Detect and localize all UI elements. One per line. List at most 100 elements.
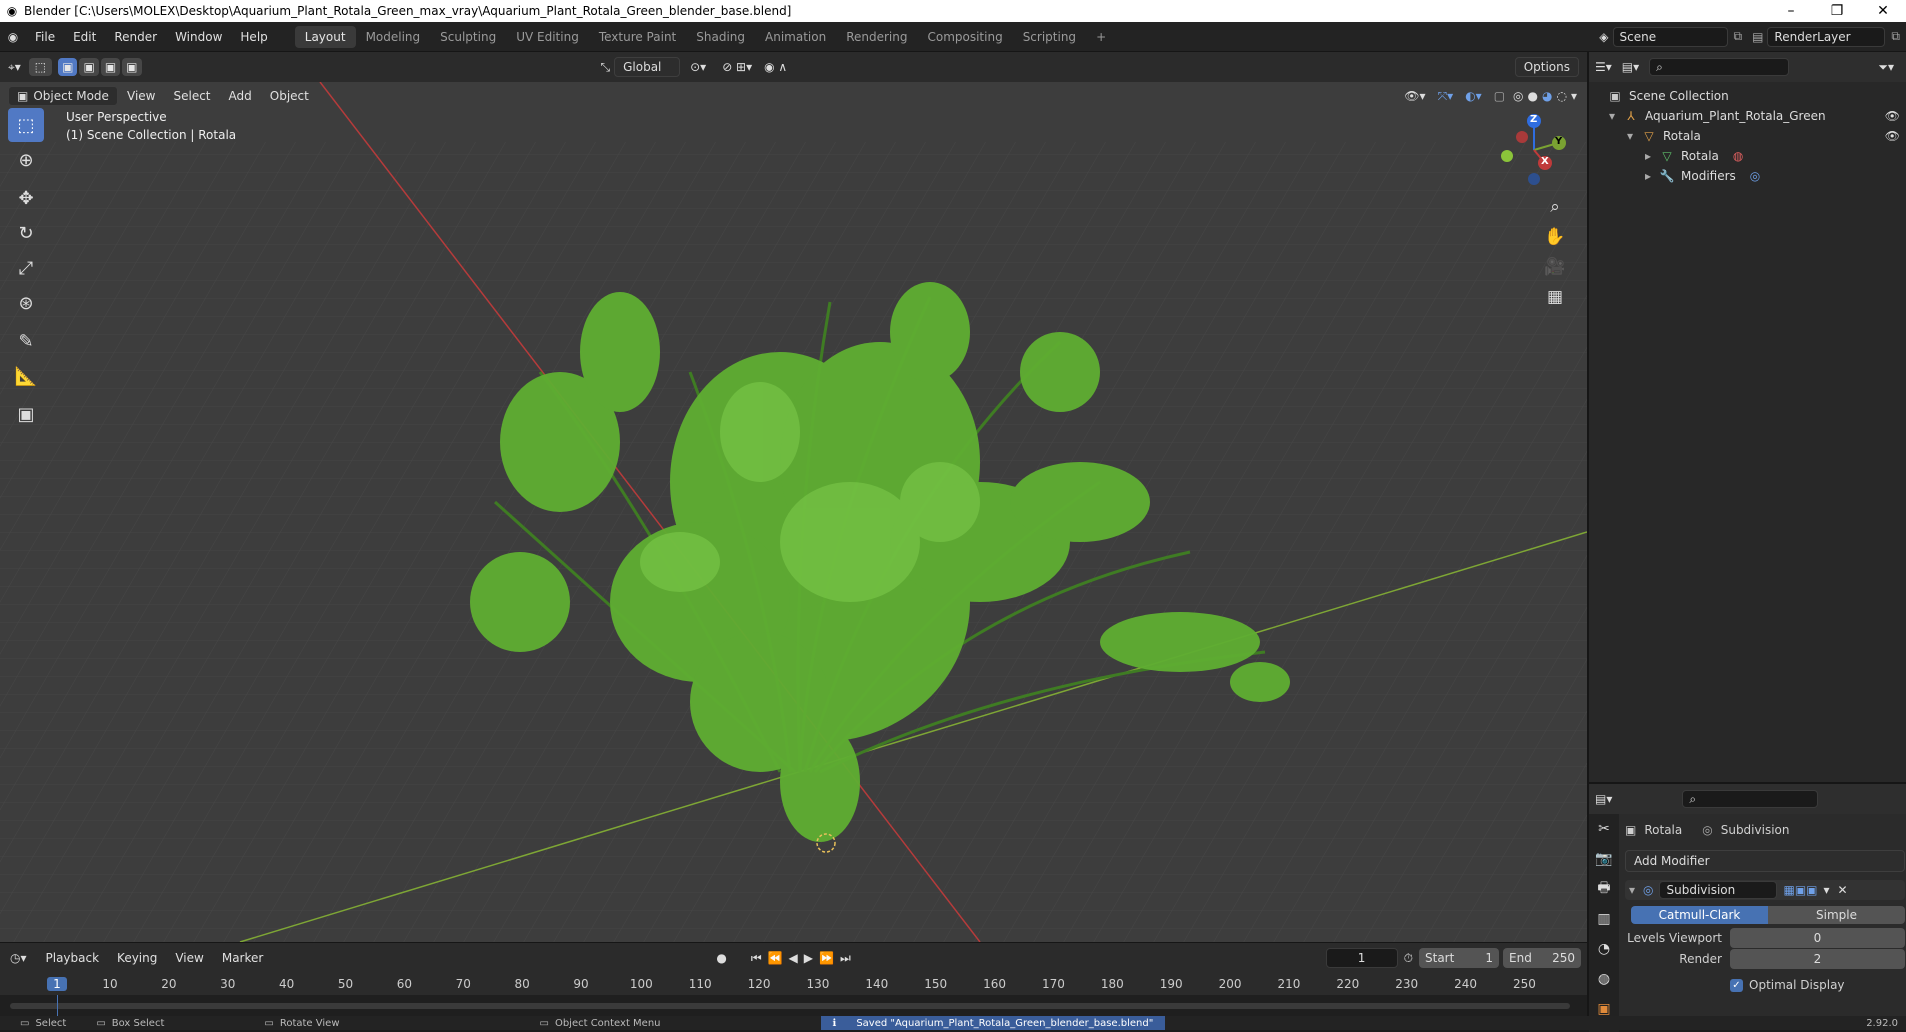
render-tab-icon[interactable]: 📷 xyxy=(1589,844,1619,874)
material-icon[interactable]: ◍ xyxy=(1733,149,1743,163)
display-mode-icon[interactable]: ▤▾ xyxy=(1622,60,1649,74)
gizmo-toggle-icon[interactable]: ⤧▾ xyxy=(1432,89,1460,104)
expand-icon[interactable]: ▾ xyxy=(1629,883,1643,897)
visibility-eye-icon[interactable]: 👁 xyxy=(1885,109,1906,123)
scene-icon[interactable]: ◈ xyxy=(1595,30,1612,44)
simple-tab[interactable]: Simple xyxy=(1768,906,1905,924)
visibility-icon[interactable]: 👁▾ xyxy=(1398,89,1431,103)
tab-layout[interactable]: Layout xyxy=(294,25,356,48)
select-new-icon[interactable]: ▣ xyxy=(58,58,78,76)
snap-icon[interactable]: ⊘ ⊞▾ xyxy=(716,60,758,74)
cursor-tool-icon[interactable]: ⊕ xyxy=(8,143,44,177)
add-cube-tool-icon[interactable]: ▣ xyxy=(8,397,44,431)
select-box-tool-icon[interactable]: ⬚ xyxy=(8,108,44,142)
outliner-row-plant-collection[interactable]: ▾ ⅄ Aquarium_Plant_Rotala_Green 👁 xyxy=(1589,106,1906,126)
scene-tab-icon[interactable]: ◔ xyxy=(1589,934,1619,964)
visibility-eye-icon[interactable]: 👁 xyxy=(1885,129,1906,143)
3d-viewport[interactable] xyxy=(0,82,1587,942)
annotate-tool-icon[interactable]: ✎ xyxy=(8,324,44,358)
camera-view-icon[interactable]: 🎥 xyxy=(1540,252,1570,282)
outliner-row-rotala-object[interactable]: ▾ ▽ Rotala 👁 xyxy=(1589,126,1906,146)
catmull-clark-tab[interactable]: Catmull-Clark xyxy=(1631,906,1768,924)
rendered-shading-icon[interactable]: ◌ xyxy=(1554,89,1568,103)
menu-window[interactable]: Window xyxy=(166,30,231,44)
select-invert-icon[interactable]: ▣ xyxy=(122,58,142,76)
wireframe-shading-icon[interactable]: ◎ xyxy=(1511,89,1525,103)
levels-viewport-field[interactable]: 0 xyxy=(1730,928,1905,948)
start-frame-field[interactable]: Start 1 xyxy=(1419,948,1499,968)
scene-selector[interactable]: Scene xyxy=(1612,26,1728,47)
pivot-icon[interactable]: ⊙▾ xyxy=(680,60,716,74)
timeline-ruler[interactable]: 1 10 20 30 40 50 60 70 80 90 100 110 120 130 140 150 160… xyxy=(0,973,1587,995)
move-tool-icon[interactable]: ✥ xyxy=(8,181,44,215)
tab-modeling[interactable]: Modeling xyxy=(356,26,431,48)
add-modifier-dropdown[interactable]: Add Modifier xyxy=(1625,850,1905,872)
collapse-icon[interactable]: ▸ xyxy=(1645,169,1659,183)
shading-options-icon[interactable]: ▾ xyxy=(1569,89,1587,103)
add-workspace-button[interactable]: + xyxy=(1086,26,1116,48)
timeline-scrollbar[interactable] xyxy=(10,1003,1570,1009)
expand-icon[interactable]: ▾ xyxy=(1609,109,1623,123)
subdivision-modifier-icon[interactable]: ◎ xyxy=(1750,169,1760,183)
proportional-edit-icon[interactable]: ◉ ∧ xyxy=(758,60,793,74)
outliner-row-rotala-mesh[interactable]: ▸ ▽ Rotala ◍ xyxy=(1589,146,1906,166)
tab-uv-editing[interactable]: UV Editing xyxy=(506,26,589,48)
end-frame-field[interactable]: End 250 xyxy=(1503,948,1581,968)
menu-file[interactable]: File xyxy=(26,30,64,44)
view-layer-tab-icon[interactable]: ▥ xyxy=(1589,904,1619,934)
pan-hand-icon[interactable]: ✋ xyxy=(1540,222,1570,252)
select-tool-icon[interactable]: ⬚ xyxy=(28,58,53,76)
timeline-track[interactable] xyxy=(0,995,1587,1017)
measure-tool-icon[interactable]: 📐 xyxy=(8,359,44,393)
tl-menu-view[interactable]: View xyxy=(166,951,212,965)
renderlayer-selector[interactable]: RenderLayer xyxy=(1767,26,1886,47)
menu-edit[interactable]: Edit xyxy=(64,30,105,44)
modifier-menu-icon[interactable]: ▾ xyxy=(1824,883,1830,897)
output-tab-icon[interactable]: 🖶 xyxy=(1589,874,1619,904)
tab-animation[interactable]: Animation xyxy=(755,26,836,48)
blender-menu-icon[interactable]: ◉ xyxy=(0,30,26,44)
new-layer-icon[interactable]: ⧉ xyxy=(1885,29,1906,44)
minimize-button[interactable]: – xyxy=(1768,3,1814,19)
tab-sculpting[interactable]: Sculpting xyxy=(430,26,506,48)
tab-compositing[interactable]: Compositing xyxy=(917,26,1012,48)
modifier-name-field[interactable]: Subdivision xyxy=(1659,881,1778,899)
filter-icon[interactable]: ⏷▾ xyxy=(1878,60,1900,75)
outliner-editor-icon[interactable]: ☰▾ xyxy=(1595,60,1622,74)
properties-editor-icon[interactable]: ▤▾ xyxy=(1595,792,1622,806)
tl-menu-marker[interactable]: Marker xyxy=(213,951,272,965)
orientation-dropdown[interactable]: Global xyxy=(614,57,681,77)
vp-menu-object[interactable]: Object xyxy=(261,89,318,103)
outliner-row-modifiers[interactable]: ▸ 🔧 Modifiers ◎ xyxy=(1589,166,1906,186)
select-subtract-icon[interactable]: ▣ xyxy=(100,58,121,76)
transform-tool-icon[interactable]: ⊛ xyxy=(8,286,44,320)
menu-render[interactable]: Render xyxy=(105,30,166,44)
timeline-editor-icon[interactable]: ◷▾ xyxy=(0,951,37,965)
new-scene-icon[interactable]: ⧉ xyxy=(1728,29,1749,44)
material-shading-icon[interactable]: ◕ xyxy=(1540,89,1554,103)
layers-icon[interactable]: ▤ xyxy=(1748,30,1767,44)
options-dropdown[interactable]: Options xyxy=(1514,57,1579,77)
vp-menu-select[interactable]: Select xyxy=(164,89,219,103)
preview-range-icon[interactable]: ⏱ xyxy=(1398,951,1419,966)
navigation-gizmo[interactable]: Z Y X xyxy=(1490,110,1570,190)
remove-modifier-icon[interactable]: ✕ xyxy=(1838,883,1848,897)
editmode-toggle-icon[interactable]: ▦▣▣ xyxy=(1783,883,1817,897)
scale-tool-icon[interactable]: ⤢ xyxy=(8,251,44,285)
properties-search-input[interactable]: ⌕ xyxy=(1682,790,1819,808)
zoom-icon[interactable]: ⌕ xyxy=(1540,192,1570,222)
playback-controls[interactable]: ⏮⏪◀▶⏩⏭ xyxy=(751,951,857,966)
world-tab-icon[interactable]: ◍ xyxy=(1589,964,1619,994)
record-icon[interactable]: ● xyxy=(712,951,730,965)
rotate-tool-icon[interactable]: ↻ xyxy=(8,216,44,250)
tab-texture-paint[interactable]: Texture Paint xyxy=(589,26,686,48)
overlay-toggle-icon[interactable]: ◐▾ xyxy=(1459,89,1488,103)
tab-rendering[interactable]: Rendering xyxy=(836,26,917,48)
optimal-display-checkbox[interactable]: ✓ xyxy=(1730,978,1743,992)
restore-button[interactable]: ❐ xyxy=(1814,3,1860,19)
vp-menu-add[interactable]: Add xyxy=(220,89,261,103)
outliner-search-input[interactable]: ⌕ xyxy=(1649,58,1790,76)
tab-shading[interactable]: Shading xyxy=(686,26,755,48)
tab-scripting[interactable]: Scripting xyxy=(1013,26,1086,48)
current-frame-field[interactable]: 1 xyxy=(1325,948,1398,968)
